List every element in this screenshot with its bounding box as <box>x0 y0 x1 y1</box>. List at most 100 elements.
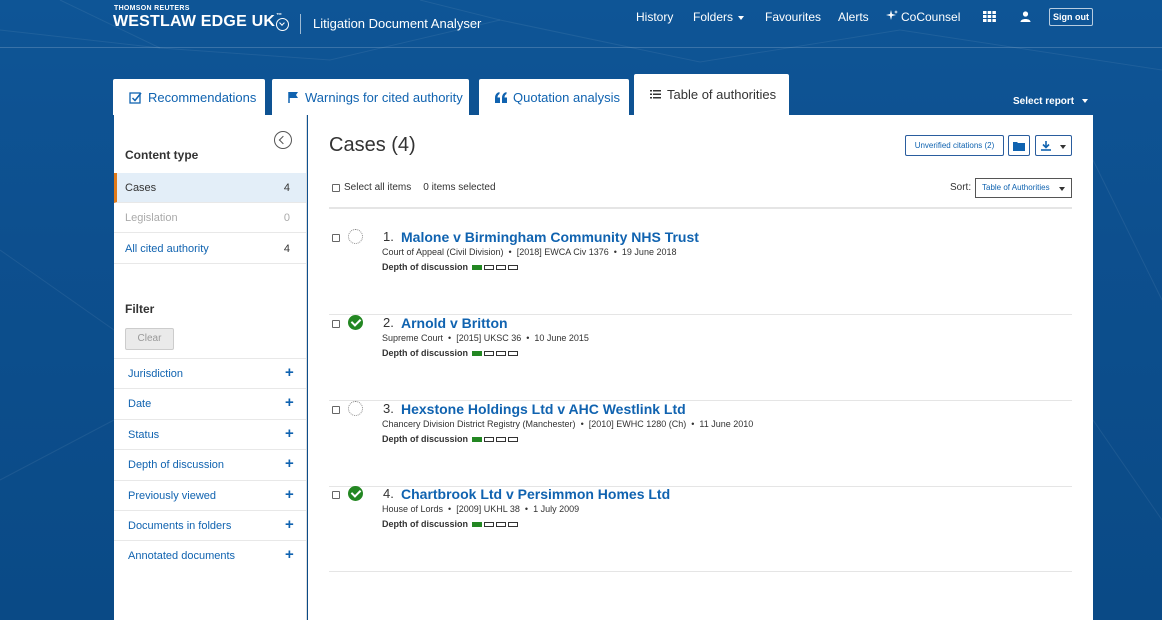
add-to-folder-button[interactable] <box>1008 135 1030 156</box>
result-title-link[interactable]: Arnold v Britton <box>401 315 508 331</box>
user-icon[interactable] <box>1020 11 1031 22</box>
nav-folders-label: Folders <box>693 10 734 24</box>
items-selected-count: 0 items selected <box>423 182 496 193</box>
brand-divider <box>300 14 301 34</box>
result-date: 1 July 2009 <box>533 504 580 514</box>
result-number: 4. <box>383 486 394 501</box>
tab-quotation-analysis[interactable]: Quotation analysis <box>479 79 629 115</box>
depth-segment <box>484 436 495 442</box>
content-type-all-cited-authority[interactable]: All cited authority 4 <box>114 234 306 264</box>
depth-segment <box>496 350 507 356</box>
filter-depth-of-discussion[interactable]: Depth of discussion + <box>114 449 306 479</box>
nav-folders[interactable]: Folders <box>693 10 745 24</box>
content-type-cases[interactable]: Cases 4 <box>114 173 306 203</box>
filter-documents-in-folders[interactable]: Documents in folders + <box>114 510 306 540</box>
filter-label: Jurisdiction <box>128 368 184 380</box>
filter-label: Previously viewed <box>128 490 217 502</box>
results-panel: Cases (4) Unverified citations (2) Selec… <box>308 115 1093 620</box>
chevron-down-icon <box>1059 187 1065 191</box>
plus-icon: + <box>285 364 294 381</box>
product-switcher-icon[interactable] <box>276 18 289 31</box>
content-type-count: 4 <box>283 243 290 255</box>
content-type-heading: Content type <box>125 148 199 162</box>
result-number: 3. <box>383 401 394 416</box>
result-title-link[interactable]: Malone v Birmingham Community NHS Trust <box>401 229 699 245</box>
filter-label: Annotated documents <box>128 550 236 562</box>
tab-table-of-authorities[interactable]: Table of authorities <box>634 74 789 115</box>
content-type-count: 4 <box>283 182 290 194</box>
verified-check-icon <box>348 315 363 330</box>
nav-favourites[interactable]: Favourites <box>765 10 821 24</box>
result-checkbox[interactable] <box>332 406 340 414</box>
filter-annotated-documents[interactable]: Annotated documents + <box>114 540 306 570</box>
separator: • <box>524 504 529 514</box>
sort-select[interactable]: Table of Authorities <box>975 178 1072 198</box>
unverified-status-icon <box>348 401 363 416</box>
folder-icon <box>1013 142 1025 151</box>
tab-warnings[interactable]: Warnings for cited authority <box>272 79 469 115</box>
depth-of-discussion: Depth of discussion <box>382 262 520 272</box>
depth-label: Depth of discussion <box>382 519 469 529</box>
nav-alerts[interactable]: Alerts <box>838 10 869 24</box>
content-type-legislation: Legislation 0 <box>114 203 306 233</box>
plus-icon: + <box>285 486 294 503</box>
sparkle-icon <box>886 10 898 20</box>
result-checkbox[interactable] <box>332 320 340 328</box>
depth-segment <box>472 264 483 270</box>
select-all-row: Select all items 0 items selected <box>332 182 496 193</box>
depth-meter <box>472 350 520 356</box>
plus-icon: + <box>285 546 294 563</box>
depth-segment <box>484 521 495 527</box>
brand-publisher: THOMSON REUTERS <box>114 5 190 12</box>
filter-date[interactable]: Date + <box>114 388 306 418</box>
verified-check-icon <box>348 486 363 501</box>
plus-icon: + <box>285 455 294 472</box>
tab-recommendations[interactable]: Recommendations <box>113 79 265 115</box>
filter-status[interactable]: Status + <box>114 419 306 449</box>
sign-out-button[interactable]: Sign out <box>1049 8 1093 26</box>
plus-icon: + <box>285 425 294 442</box>
brand-logo[interactable]: WESTLAW EDGE UK™ <box>113 13 282 31</box>
result-citation: [2015] UKSC 36 <box>456 333 522 343</box>
depth-segment <box>484 264 495 270</box>
depth-segment <box>484 350 495 356</box>
checkbox-check-icon <box>129 91 142 104</box>
unverified-citations-button[interactable]: Unverified citations (2) <box>905 135 1004 156</box>
download-button[interactable] <box>1035 135 1072 156</box>
depth-segment <box>472 350 483 356</box>
tab-warnings-label: Warnings for cited authority <box>305 89 463 105</box>
result-checkbox[interactable] <box>332 234 340 242</box>
collapse-sidebar-icon[interactable] <box>274 131 292 149</box>
result-checkbox[interactable] <box>332 491 340 499</box>
tab-quotation-analysis-label: Quotation analysis <box>513 89 620 105</box>
filter-jurisdiction[interactable]: Jurisdiction + <box>114 358 306 388</box>
plus-icon: + <box>285 394 294 411</box>
content-type-label: Legislation <box>125 212 178 224</box>
result-title-link[interactable]: Hexstone Holdings Ltd v AHC Westlink Ltd <box>401 401 686 417</box>
apps-grid-icon[interactable] <box>983 11 996 22</box>
flag-icon <box>288 92 298 103</box>
result-title-link[interactable]: Chartbrook Ltd v Persimmon Homes Ltd <box>401 486 670 502</box>
result-date: 10 June 2015 <box>534 333 589 343</box>
clear-filters-button[interactable]: Clear <box>125 328 174 350</box>
filter-previously-viewed[interactable]: Previously viewed + <box>114 480 306 510</box>
separator: • <box>448 504 452 514</box>
result-number: 1. <box>383 229 394 244</box>
nav-cocounsel-label: CoCounsel <box>901 10 961 24</box>
page-title: Cases (4) <box>329 134 416 156</box>
result-citation: [2018] EWCA Civ 1376 <box>516 247 609 257</box>
depth-meter <box>472 436 520 442</box>
result-item: 4. Chartbrook Ltd v Persimmon Homes Ltd … <box>329 486 1072 572</box>
top-navigation-bar: THOMSON REUTERS WESTLAW EDGE UK™ Litigat… <box>0 0 1162 48</box>
select-all-checkbox[interactable] <box>332 183 340 192</box>
nav-cocounsel[interactable]: CoCounsel <box>886 10 960 24</box>
depth-segment <box>496 521 507 527</box>
select-report-dropdown[interactable]: Select report <box>1013 96 1088 107</box>
result-number: 2. <box>383 315 394 330</box>
separator: • <box>580 419 584 429</box>
result-meta: House of Lords • [2009] UKHL 38 • 1 July 200… <box>382 504 579 514</box>
nav-history[interactable]: History <box>636 10 673 24</box>
chevron-down-icon <box>1081 99 1088 104</box>
product-name: Litigation Document Analyser <box>313 16 482 31</box>
content-type-label: All cited authority <box>125 243 209 255</box>
